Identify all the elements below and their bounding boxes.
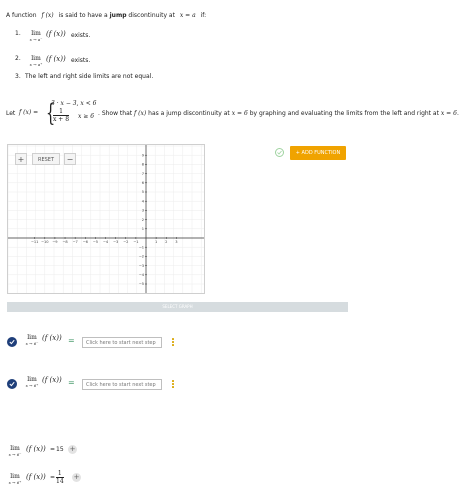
lim-subscript: x → a⁺: [29, 62, 43, 67]
lim-subscript: x → 6⁺: [8, 480, 22, 485]
piece-2-numerator: 1: [53, 108, 70, 116]
x-tick-label: −9: [52, 240, 58, 244]
show-x6: x = 6: [231, 110, 248, 117]
result-2-denominator: 14: [56, 478, 64, 485]
piece-2-cond: x ≥ 6: [78, 113, 95, 120]
piece-2-denominator: x + 8: [53, 116, 70, 123]
lim-subscript: x → 6⁺: [25, 383, 39, 388]
result-2-expr: (f (x)): [26, 473, 46, 481]
lim-subscript: x → 6⁻: [25, 341, 39, 346]
x-tick-label: −1: [133, 240, 138, 244]
show-x6b: x = 6: [440, 110, 457, 117]
x-tick-label: −4: [103, 240, 109, 244]
step-2-equals: =: [68, 378, 75, 387]
y-tick-label: −2: [139, 255, 144, 259]
item-2-limit: lim x → a⁺: [26, 56, 46, 68]
zoom-in-button[interactable]: +: [15, 153, 27, 165]
show-fx: f (x): [134, 110, 147, 117]
x-tick-label: −5: [93, 240, 98, 244]
graph-panel: −11 −10 −9 −8 −7 −6 −5 −4 −3 −2 −1 1 2 3 9 8 7 6 5 4 3 2 1 −1 −2…: [7, 144, 205, 294]
step-2-limit: lim x → 6⁺: [22, 377, 42, 389]
x-tick-label: 3: [175, 240, 177, 244]
step-2-expr: (f (x)): [42, 376, 62, 384]
x-tick-label: −10: [41, 240, 49, 244]
intro-xa: x = a: [179, 12, 196, 19]
item-2-expr: (f (x)): [46, 55, 66, 63]
lim-subscript: x → 6⁻: [8, 452, 22, 457]
condition-item-2: 2.: [15, 55, 25, 63]
y-tick-label: −5: [139, 282, 144, 286]
add-function-button[interactable]: + ADD FUNCTION: [290, 146, 346, 160]
condition-item-1: 1.: [15, 30, 25, 38]
step-1-input[interactable]: Click here to start next step: [82, 337, 162, 348]
result-1-add-button[interactable]: +: [68, 445, 77, 454]
check-icon: [7, 337, 17, 347]
y-tick-label: −1: [139, 245, 144, 249]
show-pre: . Show that: [98, 110, 133, 117]
item-1-limit: lim x → a⁻: [26, 31, 46, 43]
intro-post: discontinuity at: [128, 12, 175, 19]
x-tick-label: 2: [165, 240, 167, 244]
result-2-numerator: 1: [56, 470, 64, 478]
intro-mid: is said to have a: [58, 12, 108, 19]
x-tick-label: −6: [83, 240, 89, 244]
problem-statement: . Show that f (x) has a jump discontinui…: [98, 110, 459, 118]
problem-fx-eq: f (x) =: [19, 109, 39, 116]
intro-if: if:: [200, 12, 207, 19]
condition-item-3: 3. The left and right side limits are not…: [15, 73, 153, 81]
result-2-limit: lim x → 6⁺: [5, 474, 25, 486]
check-icon: [7, 379, 17, 389]
item-number: 2.: [15, 55, 21, 62]
item-number: 1.: [15, 30, 21, 37]
step-2-menu-icon[interactable]: [172, 380, 174, 389]
intro-fx: f (x): [41, 12, 54, 19]
y-tick-label: 1: [142, 227, 144, 231]
function-check-icon[interactable]: [275, 148, 284, 157]
intro-jump: jump: [109, 12, 127, 19]
y-tick-label: 2: [142, 218, 144, 222]
result-2-equals: =: [50, 474, 56, 481]
zoom-out-button[interactable]: −: [64, 153, 76, 165]
graph-canvas[interactable]: −11 −10 −9 −8 −7 −6 −5 −4 −3 −2 −1 1 2 3987654321−1−2…: [8, 145, 204, 293]
x-tick-label: −7: [73, 240, 78, 244]
item-1-expr: (f (x)): [46, 30, 66, 38]
lim-subscript: x → a⁻: [29, 37, 43, 42]
definition-intro: A function f (x) is said to have a jump …: [6, 12, 206, 20]
piece-2-fraction: 1 x + 8: [53, 108, 70, 123]
select-graph-button[interactable]: SELECT GRAPH: [7, 302, 348, 312]
step-1-equals: =: [68, 336, 75, 345]
reset-button[interactable]: RESET: [32, 153, 60, 165]
intro-pre: A function: [6, 12, 37, 19]
item-number: 3.: [15, 73, 21, 80]
result-1-value: 15: [56, 446, 64, 453]
x-tick-label: −2: [123, 240, 128, 244]
step-1-menu-icon[interactable]: [172, 338, 174, 347]
step-1-limit: lim x → 6⁻: [22, 335, 42, 347]
item-1-tail: exists.: [71, 32, 91, 39]
result-1-equals: =: [50, 446, 56, 453]
step-1-expr: (f (x)): [42, 334, 62, 342]
x-tick-label: 1: [155, 240, 157, 244]
y-tick-label: 3: [142, 209, 144, 213]
show-mid: has a jump discontinuity at: [148, 110, 230, 117]
y-tick-label: 5: [142, 190, 144, 194]
result-2-fraction: 1 14: [56, 470, 64, 485]
y-tick-label: 7: [142, 172, 144, 176]
y-tick-label: −3: [139, 264, 144, 268]
problem-let: Let: [6, 110, 16, 117]
result-1-limit: lim x → 6⁻: [5, 446, 25, 458]
item-3-text: The left and right side limits are not e…: [25, 73, 154, 80]
result-2-add-button[interactable]: +: [72, 473, 81, 482]
item-2-tail: exists.: [71, 57, 91, 64]
step-2-input[interactable]: Click here to start next step: [82, 379, 162, 390]
y-tick-label: −4: [139, 273, 145, 277]
show-post: by graphing and evaluating the limits fr…: [249, 110, 439, 117]
x-tick-label: −8: [62, 240, 68, 244]
piece-1: 3 · x − 3, x < 6: [51, 100, 97, 107]
x-tick-label: −3: [113, 240, 118, 244]
show-period: .: [456, 110, 459, 117]
x-tick-label: −11: [31, 240, 39, 244]
result-1-expr: (f (x)): [26, 445, 46, 453]
